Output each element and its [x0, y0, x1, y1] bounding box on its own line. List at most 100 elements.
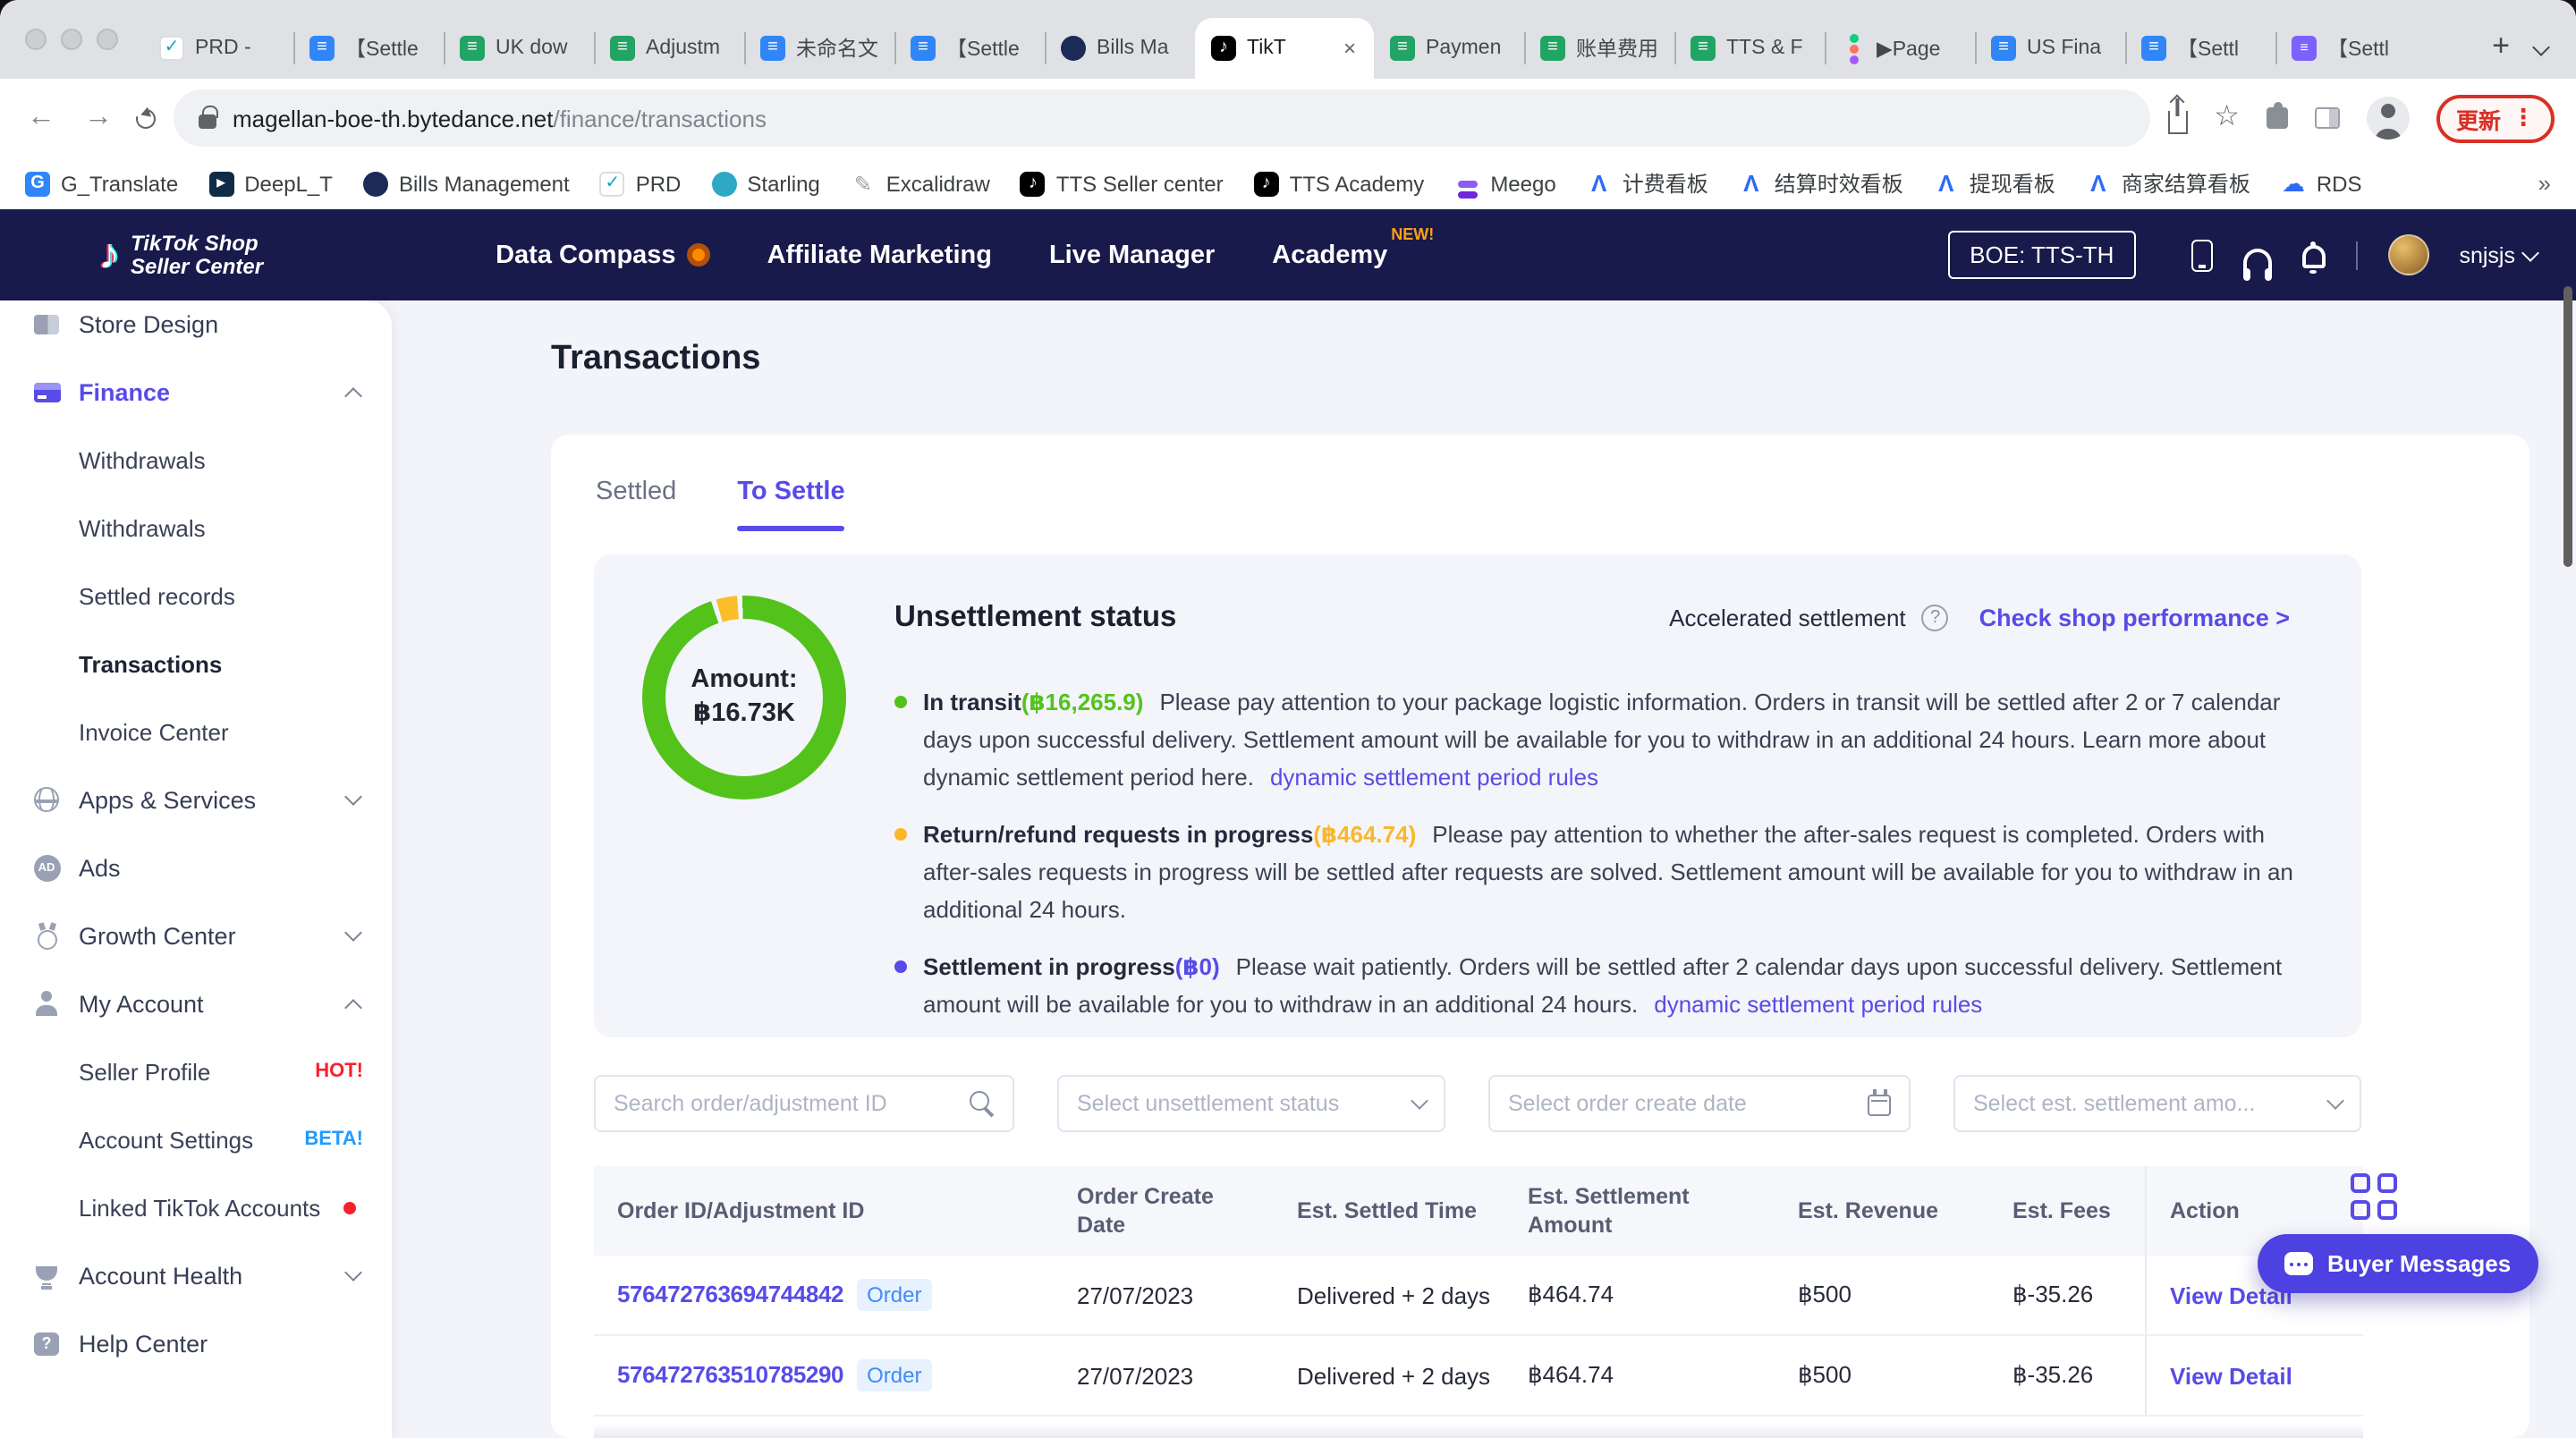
url-path: /finance/transactions — [553, 105, 766, 131]
share-icon[interactable] — [2167, 110, 2187, 133]
settlement-rules-link[interactable]: dynamic settlement period rules — [1654, 991, 1982, 1018]
order-id-link[interactable]: 576472763510785290 — [617, 1361, 843, 1388]
phone-icon[interactable] — [2190, 239, 2212, 271]
bookmark-item[interactable]: Λ提现看板 — [1934, 168, 2055, 199]
sidebar-item-help-center[interactable]: ?Help Center — [0, 1309, 392, 1377]
sidebar-item-account-health[interactable]: Account Health — [0, 1241, 392, 1309]
browser-tab[interactable]: ▶Page — [1825, 18, 1975, 79]
sidebar-item-withdrawals[interactable]: Withdrawals — [0, 494, 392, 562]
sidebar-item-linked-tiktok-accounts[interactable]: Linked TikTok Accounts — [0, 1173, 392, 1241]
new-tab-button[interactable]: + — [2474, 29, 2528, 79]
shop-region-badge[interactable]: BOE: TTS-TH — [1948, 231, 2135, 279]
back-button[interactable]: ← — [21, 102, 61, 134]
window-controls[interactable] — [0, 0, 143, 79]
sidebar-item-withdrawals[interactable]: Withdrawals — [0, 426, 392, 494]
browser-tab[interactable]: ≡US Fina — [1975, 18, 2125, 79]
view-detail-link[interactable]: View Detail — [2170, 1362, 2292, 1389]
browser-tab[interactable]: ♪TikT× — [1195, 18, 1374, 79]
bookmark-item[interactable]: ♪TTS Academy — [1254, 171, 1425, 196]
headset-icon[interactable] — [2242, 249, 2271, 272]
close-icon[interactable]: × — [1342, 36, 1358, 61]
bookmark-item[interactable]: ☁RDS — [2281, 171, 2362, 196]
sidebar-item-settled-records[interactable]: Settled records — [0, 562, 392, 630]
nav-item-live-manager[interactable]: Live Manager — [1049, 241, 1215, 269]
nav-item-academy[interactable]: AcademyNEW! — [1272, 241, 1387, 269]
sidebar-item-finance[interactable]: Finance — [0, 358, 392, 426]
browser-tab[interactable]: ≡未命名文 — [744, 18, 894, 79]
sidebar-item-transactions[interactable]: Transactions — [0, 630, 392, 698]
settlement-rules-link[interactable]: dynamic settlement period rules — [1270, 764, 1598, 791]
address-bar[interactable]: magellan-boe-th.bytedance.net/finance/tr… — [174, 89, 2149, 147]
close-window-button[interactable] — [25, 29, 47, 50]
zoom-window-button[interactable] — [97, 29, 118, 50]
side-panel-icon[interactable] — [2315, 107, 2340, 129]
bullet-title: In transit — [923, 689, 1021, 715]
browser-tab[interactable]: ≡【Settle — [894, 18, 1045, 79]
browser-tab[interactable]: ✓PRD - — [143, 18, 293, 79]
bookmark-item[interactable]: ▸DeepL_T — [208, 171, 333, 196]
browser-tab[interactable]: ≡【Settl — [2275, 18, 2426, 79]
browser-tab[interactable]: ≡账单费用 — [1524, 18, 1674, 79]
bookmark-item[interactable]: GG_Translate — [25, 171, 178, 196]
sidebar-item-account-settings[interactable]: Account SettingsBETA! — [0, 1105, 392, 1173]
username-menu[interactable]: snjsjs — [2459, 242, 2537, 267]
browser-menu-icon[interactable]: ⋮ — [2512, 104, 2535, 132]
tab-settled[interactable]: Settled — [596, 478, 676, 531]
forward-button[interactable]: → — [79, 102, 118, 134]
tab-search-icon[interactable] — [2532, 38, 2550, 56]
filter-chevron-input[interactable]: Select unsettlement status — [1057, 1075, 1445, 1132]
browser-tab[interactable]: Bills Ma — [1045, 18, 1195, 79]
filter-search-input[interactable]: Search order/adjustment ID — [594, 1075, 1014, 1132]
sidebar-item-apps-services[interactable]: Apps & Services — [0, 766, 392, 833]
browser-tab[interactable]: ≡【Settl — [2125, 18, 2275, 79]
tiktok-shop-logo[interactable]: ♪ TikTok Shop Seller Center — [98, 230, 263, 280]
sidebar-item-store-design[interactable]: Store Design — [0, 300, 392, 358]
sidebar-item-invoice-center[interactable]: Invoice Center — [0, 698, 392, 766]
bookmark-item[interactable]: Starling — [711, 171, 819, 196]
sidebar-item-ads[interactable]: ADAds — [0, 833, 392, 901]
sidebar-item-my-account[interactable]: My Account — [0, 969, 392, 1037]
bookmark-item[interactable]: Bills Management — [363, 171, 570, 196]
browser-tab[interactable]: ≡TTS & F — [1674, 18, 1825, 79]
bookmark-item[interactable]: ✓PRD — [600, 171, 682, 196]
browser-tab[interactable]: ≡Paymen — [1374, 18, 1524, 79]
browser-tab[interactable]: ≡UK dow — [444, 18, 594, 79]
status-bullet: Return/refund requests in progress(฿464.… — [894, 816, 2315, 928]
filter-chevron-input[interactable]: Select est. settlement amo... — [1953, 1075, 2361, 1132]
tab-to-settle[interactable]: To Settle — [737, 478, 844, 531]
minimize-window-button[interactable] — [61, 29, 82, 50]
nav-item-affiliate-marketing[interactable]: Affiliate Marketing — [767, 241, 992, 269]
bookmark-star-icon[interactable]: ☆ — [2214, 104, 2240, 132]
sidebar-item-growth-center[interactable]: Growth Center — [0, 901, 392, 969]
bookmark-item[interactable]: ♪TTS Seller center — [1021, 171, 1224, 196]
bookmark-label: Excalidraw — [886, 171, 990, 196]
bookmark-item[interactable]: ✎Excalidraw — [851, 171, 990, 196]
browser-tab[interactable]: ≡Adjustm — [594, 18, 744, 79]
table-cell: ฿-35.26 — [1989, 1361, 2145, 1390]
bookmark-item[interactable]: Λ结算时效看板 — [1739, 168, 1903, 199]
sidebar-item-seller-profile[interactable]: Seller ProfileHOT! — [0, 1037, 392, 1105]
extensions-icon[interactable] — [2267, 107, 2288, 129]
order-id-link[interactable]: 576472763694744842 — [617, 1281, 843, 1307]
bookmark-item[interactable]: Λ计费看板 — [1587, 168, 1708, 199]
bookmark-item[interactable]: Meego — [1454, 171, 1555, 196]
user-avatar[interactable] — [2387, 234, 2428, 275]
reload-icon[interactable] — [132, 105, 159, 131]
bookmark-item[interactable]: Λ商家结算看板 — [2086, 168, 2250, 199]
column-header: Est. Settled Time — [1274, 1182, 1504, 1239]
bell-icon[interactable] — [2301, 245, 2325, 268]
username-label: snjsjs — [2459, 242, 2515, 267]
table-cell: ฿-35.26 — [1989, 1281, 2145, 1309]
help-question-icon[interactable]: ? — [1922, 605, 1949, 631]
filter-calendar-input[interactable]: Select order create date — [1488, 1075, 1911, 1132]
page-scrollbar-thumb[interactable] — [2563, 286, 2572, 567]
check-shop-performance-link[interactable]: Check shop performance > — [1979, 605, 2290, 631]
chrome-update-button[interactable]: 更新 ⋮ — [2436, 94, 2555, 142]
profile-avatar-icon[interactable] — [2367, 97, 2410, 140]
buyer-messages-button[interactable]: Buyer Messages — [2258, 1234, 2538, 1293]
bookmarks-overflow-icon[interactable]: » — [2538, 170, 2551, 197]
browser-tab[interactable]: ≡【Settle — [293, 18, 444, 79]
column-settings-icon[interactable] — [2351, 1173, 2399, 1222]
nav-item-data-compass[interactable]: Data Compass — [496, 241, 709, 269]
purple-app-icon: ≡ — [2292, 36, 2317, 61]
